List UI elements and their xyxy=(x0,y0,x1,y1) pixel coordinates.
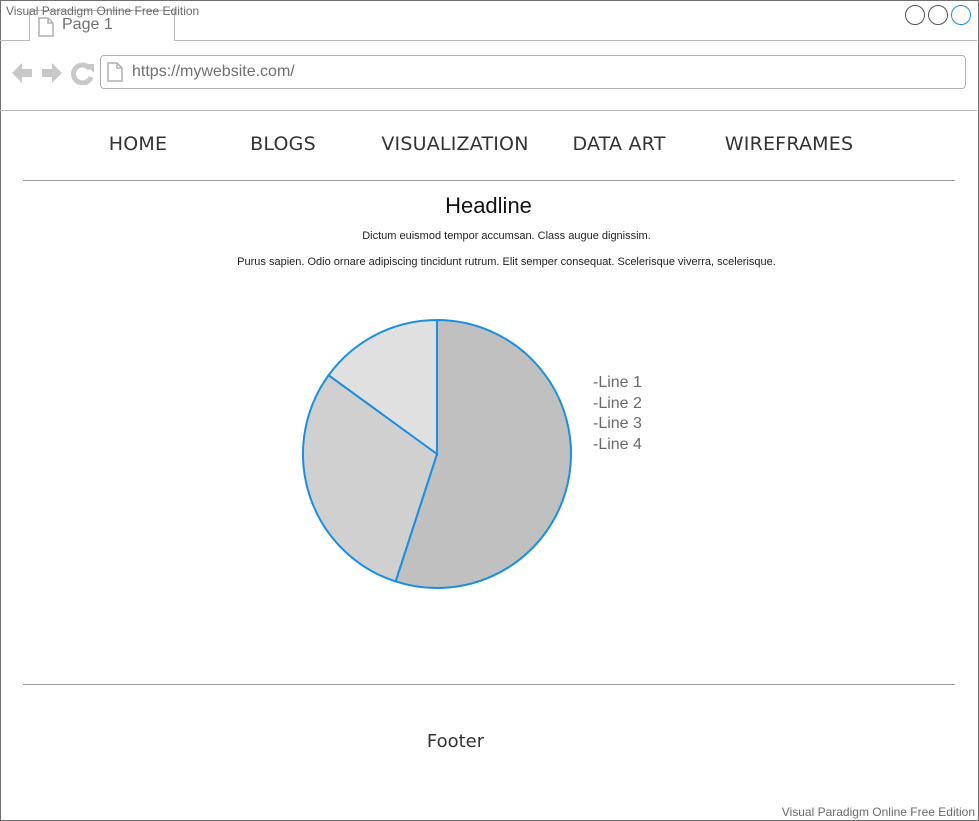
menu-item-visualization[interactable]: VISUALIZATION xyxy=(381,133,528,155)
page-icon xyxy=(38,17,54,37)
headline: Headline xyxy=(445,193,532,218)
pie-chart xyxy=(302,318,572,589)
legend-item: -Line 2 xyxy=(593,394,642,412)
header-divider xyxy=(23,180,955,181)
chart-legend: -Line 1 -Line 2 -Line 3 -Line 4 xyxy=(593,373,642,455)
minimize-button[interactable] xyxy=(905,5,925,25)
refresh-icon[interactable] xyxy=(71,61,95,85)
watermark-bottom: Visual Paradigm Online Free Edition xyxy=(781,805,975,819)
maximize-button[interactable] xyxy=(928,5,948,25)
back-arrow-icon[interactable] xyxy=(10,61,34,85)
close-button[interactable] xyxy=(951,5,971,25)
legend-item: -Line 1 xyxy=(593,374,642,391)
legend-item: -Line 4 xyxy=(593,435,642,453)
window-controls xyxy=(905,5,971,25)
menu-item-wireframes[interactable]: WIREFRAMES xyxy=(725,133,853,155)
tab-label: Page 1 xyxy=(62,16,113,33)
page-icon xyxy=(107,62,123,82)
legend-item: -Line 3 xyxy=(593,415,642,432)
menu-item-data-art[interactable]: DATA ART xyxy=(572,133,665,155)
address-bar[interactable]: https://mywebsite.com/ xyxy=(100,55,966,89)
forward-arrow-icon[interactable] xyxy=(40,61,64,85)
footer-divider xyxy=(23,684,955,685)
watermark-top: Visual Paradigm Online Free Edition xyxy=(6,4,200,18)
paragraph-line-1: Dictum euismod tempor accumsan. Class au… xyxy=(362,230,651,242)
menu-item-home[interactable]: HOME xyxy=(109,133,167,155)
url-text: https://mywebsite.com/ xyxy=(132,63,295,80)
site-menu: HOME BLOGS VISUALIZATION DATA ART WIREFR… xyxy=(0,133,977,161)
paragraph-line-2: Purus sapien. Odio ornare adipiscing tin… xyxy=(237,256,776,268)
footer: Footer xyxy=(426,731,485,752)
navigation-bar: https://mywebsite.com/ xyxy=(0,41,977,111)
menu-item-blogs[interactable]: BLOGS xyxy=(250,133,316,155)
